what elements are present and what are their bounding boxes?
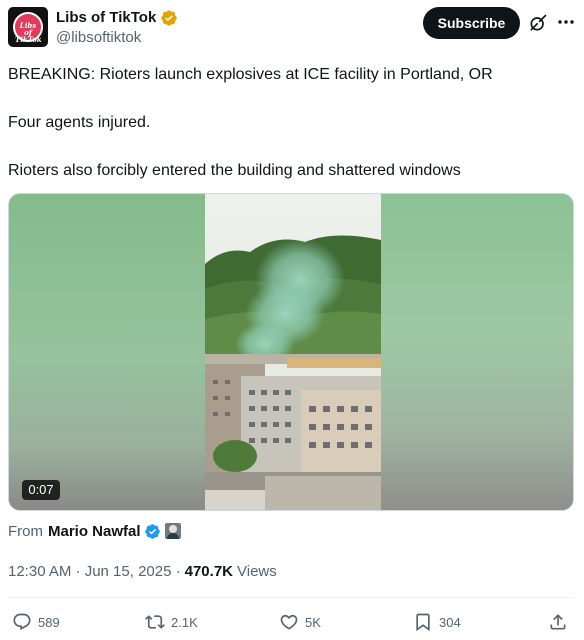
like-count: 5K [305,614,321,630]
video-player[interactable]: 0:07 [8,193,574,511]
timestamp[interactable]: 12:30 AM · Jun 15, 2025 · [8,563,181,580]
blue-verified-badge-icon [144,523,160,539]
avatar-logo: Libs of TikTok [13,12,43,43]
share-icon [550,614,566,630]
author-name-row: Libs of TikTok [56,8,178,28]
views-count: 470.7K [184,562,233,580]
repost-button[interactable]: 2.1K [145,606,198,638]
video-blur-background-left [9,194,205,510]
author-handle[interactable]: @libsoftiktok [56,29,141,47]
reply-icon [13,613,31,631]
bookmark-icon [416,613,430,632]
reply-count: 589 [38,614,60,630]
action-bar: 589 2.1K 5K 304 [0,606,584,638]
author-avatar[interactable]: Libs of TikTok [8,7,48,47]
more-horizontal-icon[interactable] [556,12,576,32]
gold-verified-badge-icon[interactable] [160,9,178,27]
bookmark-button[interactable]: 304 [413,606,461,638]
heart-icon [280,614,298,630]
repost-icon [145,615,165,629]
tweet-text-line: Four agents injured. [8,114,151,131]
grok-icon[interactable] [528,13,548,33]
video-frame-image [205,194,381,510]
tweet-text-line: Rioters also forcibly entered the buildi… [8,162,461,179]
from-label: From [8,522,43,540]
repost-count: 2.1K [171,614,198,630]
tweet-text-line: BREAKING: Rioters launch explosives at I… [8,66,493,83]
affiliate-avatar-icon [164,523,181,539]
reply-button[interactable]: 589 [12,606,60,638]
source-author-name[interactable]: Mario Nawfal [48,523,141,540]
share-button[interactable] [548,606,568,638]
tweet-meta: 12:30 AM · Jun 15, 2025 · 470.7K Views [8,561,277,581]
video-duration-badge: 0:07 [22,480,60,500]
author-display-name[interactable]: Libs of TikTok [56,8,156,28]
subscribe-button[interactable]: Subscribe [423,7,520,39]
bookmark-count: 304 [439,614,461,630]
video-blur-background-right [379,194,573,510]
views-label: Views [237,562,277,580]
divider [8,597,574,598]
like-button[interactable]: 5K [279,606,321,638]
tweet-header: Libs of TikTok Libs of TikTok @libsoftikt… [0,0,584,52]
source-attribution: From Mario Nawfal [8,521,181,541]
